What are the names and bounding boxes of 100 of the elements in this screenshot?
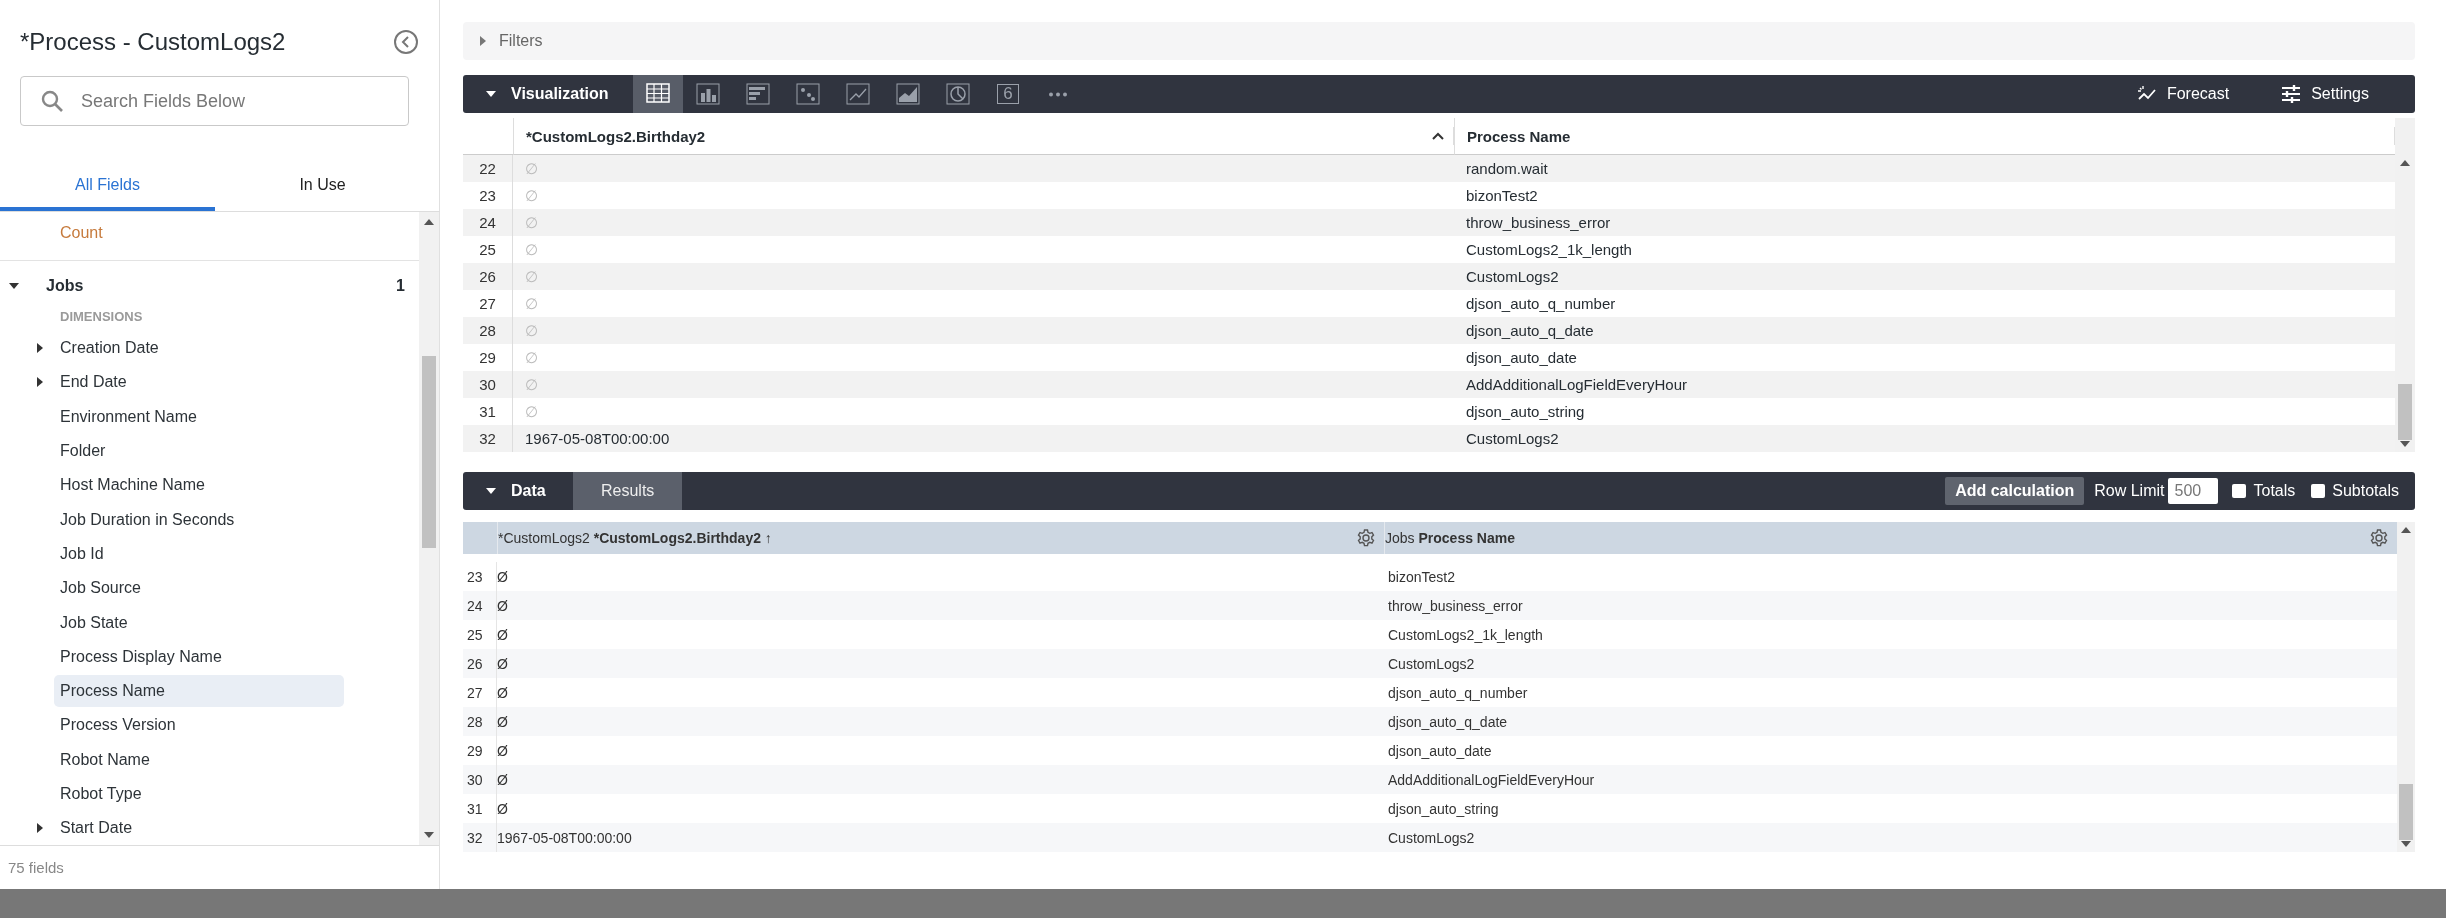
scroll-up-icon[interactable] bbox=[2399, 159, 2411, 167]
table-cell: AddAdditionalLogFieldEveryHour bbox=[1388, 771, 1595, 788]
row-number: 30 bbox=[467, 771, 483, 788]
sort-icon[interactable] bbox=[1431, 131, 1445, 141]
table-cell: throw_business_error bbox=[1466, 214, 1611, 231]
scrollbar-thumb[interactable] bbox=[422, 356, 436, 548]
row-number: 32 bbox=[467, 829, 483, 846]
table-cell: Ø bbox=[497, 742, 508, 759]
checkbox[interactable] bbox=[2311, 484, 2326, 498]
field-tab[interactable]: All Fields bbox=[0, 159, 215, 211]
table-cell: Ø bbox=[497, 626, 508, 643]
row-number: 28 bbox=[479, 322, 496, 339]
field-total: 75 fields bbox=[8, 859, 64, 876]
caret-right-icon[interactable] bbox=[36, 376, 44, 389]
table-cell: CustomLogs2_1k_length bbox=[1466, 241, 1632, 258]
add-calculation-button[interactable]: Add calculation bbox=[1945, 477, 2085, 505]
scrollbar-thumb[interactable] bbox=[2399, 784, 2413, 840]
row-number: 22 bbox=[479, 160, 496, 177]
table-cell: Ø bbox=[497, 713, 508, 730]
scrollbar-thumb[interactable] bbox=[2398, 384, 2412, 440]
row-number: 27 bbox=[479, 295, 496, 312]
settings-icon[interactable] bbox=[1356, 528, 1376, 548]
toolbar-button[interactable]: Forecast bbox=[2130, 84, 2236, 104]
row-number: 27 bbox=[467, 684, 483, 701]
table-cell: djson_auto_date bbox=[1388, 742, 1492, 759]
field-item[interactable]: Process Display Name bbox=[54, 640, 344, 673]
row-number: 29 bbox=[467, 742, 483, 759]
pie-chart-icon bbox=[944, 80, 972, 108]
sliders-icon[interactable] bbox=[2281, 85, 2302, 103]
table-cell: djson_auto_date bbox=[1466, 349, 1577, 366]
field-item[interactable]: Environment Name bbox=[54, 400, 344, 433]
table-cell: djson_auto_q_number bbox=[1388, 684, 1528, 701]
scrollbar[interactable] bbox=[2397, 522, 2415, 852]
area-chart-icon bbox=[894, 80, 922, 108]
row-number: 25 bbox=[467, 626, 483, 643]
field-item[interactable]: Folder bbox=[54, 435, 344, 468]
column-header[interactable]: Jobs Process Name bbox=[1385, 530, 1515, 546]
caret-down-icon[interactable] bbox=[485, 487, 497, 495]
field-item[interactable]: Process Name bbox=[54, 675, 344, 708]
row-number: 24 bbox=[479, 214, 496, 231]
field-count: 1 bbox=[396, 277, 405, 295]
chart-type-button[interactable] bbox=[633, 75, 683, 113]
checkbox-label: Subtotals bbox=[2332, 482, 2399, 500]
row-number: 32 bbox=[479, 430, 496, 447]
checkbox[interactable] bbox=[2232, 484, 2247, 498]
table-cell: Ø bbox=[497, 684, 508, 701]
field-item[interactable]: Job Duration in Seconds bbox=[54, 503, 344, 536]
row-number: 31 bbox=[479, 403, 496, 420]
scrollbar[interactable] bbox=[2395, 118, 2415, 452]
section-label: DIMENSIONS bbox=[60, 309, 143, 324]
scrollbar[interactable] bbox=[419, 212, 439, 845]
field-item[interactable]: Creation Date bbox=[54, 332, 344, 365]
settings-icon[interactable] bbox=[2369, 528, 2389, 548]
results-tab[interactable]: Results bbox=[573, 472, 683, 510]
field-item[interactable]: Robot Type bbox=[54, 778, 344, 810]
field-item[interactable]: Job State bbox=[54, 606, 344, 639]
row-number: 30 bbox=[479, 376, 496, 393]
scroll-up-icon[interactable] bbox=[2400, 526, 2412, 534]
table-cell: 1967-05-08T00:00:00 bbox=[497, 829, 632, 846]
table-cell: CustomLogs2 bbox=[1466, 268, 1559, 285]
field-tab[interactable]: In Use bbox=[215, 159, 430, 211]
field-item[interactable]: Process Version bbox=[54, 709, 344, 742]
caret-down-icon[interactable] bbox=[485, 90, 497, 98]
table-cell: djson_auto_q_number bbox=[1466, 295, 1616, 312]
table-cell: Ø bbox=[497, 597, 508, 614]
row-number: 24 bbox=[467, 597, 483, 614]
caret-down-icon[interactable] bbox=[8, 282, 20, 290]
table-cell: ∅ bbox=[525, 348, 538, 367]
table-cell: ∅ bbox=[525, 240, 538, 259]
field-item[interactable]: End Date bbox=[54, 366, 344, 399]
column-header[interactable]: Process Name bbox=[1467, 127, 2386, 145]
scroll-up-icon[interactable] bbox=[423, 218, 435, 226]
caret-right-icon[interactable] bbox=[36, 342, 44, 355]
table-cell: ∅ bbox=[525, 159, 538, 178]
field-item[interactable]: Start Date bbox=[54, 812, 344, 845]
view-label[interactable]: Jobs bbox=[38, 277, 397, 295]
table-cell: ∅ bbox=[525, 402, 538, 421]
chart-type-button[interactable]: 6 bbox=[983, 75, 1033, 113]
scroll-down-icon[interactable] bbox=[423, 831, 435, 839]
table-cell: ∅ bbox=[525, 321, 538, 340]
line-chart-icon bbox=[844, 80, 872, 108]
column-header[interactable]: *CustomLogs2.Birthday2 bbox=[526, 127, 1423, 145]
table-cell: random.wait bbox=[1466, 160, 1548, 177]
search-field[interactable]: Search Fields Below bbox=[20, 76, 409, 126]
table-cell: bizonTest2 bbox=[1466, 187, 1538, 204]
toolbar-button[interactable]: Settings bbox=[2275, 84, 2375, 104]
caret-right-icon[interactable] bbox=[36, 822, 44, 835]
field-item[interactable]: Job Source bbox=[54, 572, 344, 605]
section-toggle[interactable]: Visualization bbox=[463, 75, 633, 113]
collapse-icon[interactable] bbox=[393, 29, 419, 55]
field-item[interactable]: Host Machine Name bbox=[54, 469, 344, 502]
section-toggle[interactable]: Data bbox=[463, 472, 573, 510]
row-number: 26 bbox=[467, 655, 483, 672]
field-item[interactable]: Job Id bbox=[54, 537, 344, 570]
row-limit-field[interactable]: 500 bbox=[2168, 478, 2219, 504]
field-item[interactable]: Robot Name bbox=[54, 743, 344, 776]
row-number: 28 bbox=[467, 713, 483, 730]
column-header[interactable]: *CustomLogs2 *CustomLogs2.Birthday2 ↑ bbox=[498, 530, 772, 546]
row-number: 23 bbox=[479, 187, 496, 204]
filters-bar[interactable]: Filters bbox=[463, 22, 2415, 60]
